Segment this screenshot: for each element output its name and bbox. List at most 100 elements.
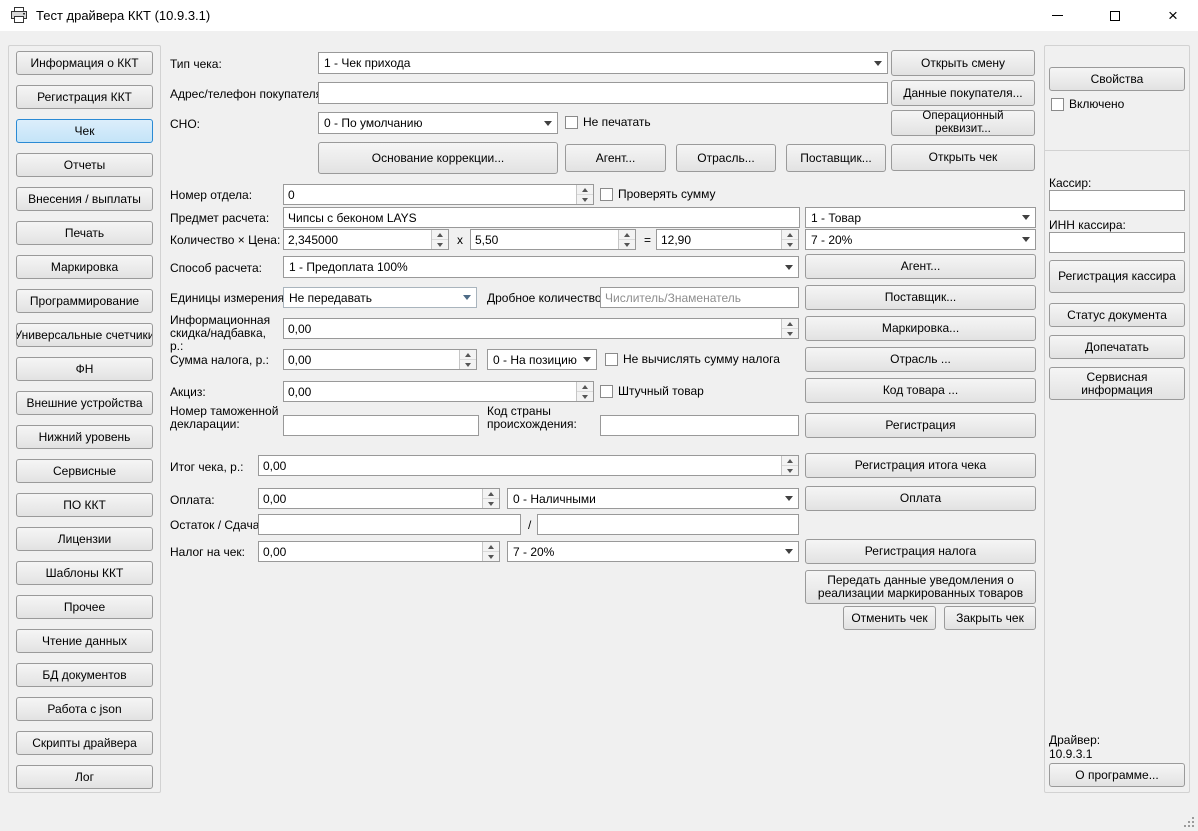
price-input[interactable] — [471, 230, 618, 249]
reprint-button[interactable]: Допечатать — [1049, 335, 1185, 359]
excise-input[interactable] — [284, 382, 576, 401]
no-tax-calc-checkbox[interactable]: Не вычислять сумму налога — [605, 352, 780, 366]
subject-type-select[interactable]: 1 - Товар — [805, 207, 1036, 228]
checkbox-box[interactable] — [565, 116, 578, 129]
department-input[interactable] — [284, 185, 576, 204]
checkbox-box[interactable] — [1051, 98, 1064, 111]
sidebar-item-read-data[interactable]: Чтение данных — [16, 629, 153, 653]
up-down-arrows-icon[interactable] — [576, 382, 593, 401]
check-sum-checkbox[interactable]: Проверять сумму — [600, 187, 716, 201]
maximize-button[interactable] — [1090, 0, 1140, 31]
agent-top-button[interactable]: Агент... — [565, 144, 666, 172]
sidebar-item-kkt-info[interactable]: Информация о ККТ — [16, 51, 153, 75]
sidebar-item-receipt[interactable]: Чек — [16, 119, 153, 143]
checkbox-box[interactable] — [605, 353, 618, 366]
cancel-receipt-button[interactable]: Отменить чек — [843, 606, 936, 630]
cashier-inn-input[interactable] — [1049, 232, 1185, 253]
open-shift-button[interactable]: Открыть смену — [891, 50, 1035, 76]
up-down-arrows-icon[interactable] — [781, 319, 798, 338]
up-down-arrows-icon[interactable] — [482, 542, 499, 561]
supplier-button[interactable]: Поставщик... — [805, 285, 1036, 310]
up-down-arrows-icon[interactable] — [781, 456, 798, 475]
sidebar-item-log[interactable]: Лог — [16, 765, 153, 789]
product-code-button[interactable]: Код товара ... — [805, 378, 1036, 403]
total-spinner[interactable] — [258, 455, 799, 476]
payment-input[interactable] — [259, 489, 482, 508]
payment-button[interactable]: Оплата — [805, 486, 1036, 511]
sidebar-item-licenses[interactable]: Лицензии — [16, 527, 153, 551]
payment-method-select[interactable]: 1 - Предоплата 100% — [283, 256, 799, 278]
position-sum-input[interactable] — [657, 230, 781, 249]
document-status-button[interactable]: Статус документа — [1049, 303, 1185, 327]
up-down-arrows-icon[interactable] — [576, 185, 593, 204]
quantity-spinner[interactable] — [283, 229, 449, 250]
checkbox-box[interactable] — [600, 188, 613, 201]
customs-input[interactable] — [283, 415, 479, 436]
sidebar-item-service[interactable]: Сервисные — [16, 459, 153, 483]
payment-type-select[interactable]: 0 - Наличными — [507, 488, 799, 509]
tax-sum-input[interactable] — [284, 350, 459, 369]
receipt-type-select[interactable]: 1 - Чек прихода — [318, 52, 888, 74]
industry-top-button[interactable]: Отрасль... — [676, 144, 776, 172]
properties-button[interactable]: Свойства — [1049, 67, 1185, 91]
supplier-top-button[interactable]: Поставщик... — [786, 144, 886, 172]
sidebar-item-low-level[interactable]: Нижний уровень — [16, 425, 153, 449]
remainder-input[interactable] — [258, 514, 521, 535]
up-down-arrows-icon[interactable] — [618, 230, 635, 249]
resize-grip-icon[interactable] — [1182, 815, 1195, 828]
sidebar-item-kkt-software[interactable]: ПО ККТ — [16, 493, 153, 517]
payment-spinner[interactable] — [258, 488, 500, 509]
agent-button[interactable]: Агент... — [805, 254, 1036, 279]
titlebar[interactable]: Тест драйвера ККТ (10.9.3.1) × — [0, 0, 1198, 31]
up-down-arrows-icon[interactable] — [482, 489, 499, 508]
sidebar-item-driver-scripts[interactable]: Скрипты драйвера — [16, 731, 153, 755]
excise-spinner[interactable] — [283, 381, 594, 402]
cashier-registration-button[interactable]: Регистрация кассира — [1049, 260, 1185, 293]
operational-attribute-button[interactable]: Операционный реквизит... — [891, 110, 1035, 136]
sidebar-item-print[interactable]: Печать — [16, 221, 153, 245]
industry-button[interactable]: Отрасль ... — [805, 347, 1036, 372]
cashier-input[interactable] — [1049, 190, 1185, 211]
total-input[interactable] — [259, 456, 781, 475]
change-input[interactable] — [537, 514, 799, 535]
sidebar-item-doc-db[interactable]: БД документов — [16, 663, 153, 687]
position-sum-spinner[interactable] — [656, 229, 799, 250]
buyer-address-input[interactable] — [318, 82, 888, 104]
total-registration-button[interactable]: Регистрация итога чека — [805, 453, 1036, 478]
enabled-checkbox[interactable]: Включено — [1051, 97, 1124, 111]
receipt-tax-input[interactable] — [259, 542, 482, 561]
checkbox-box[interactable] — [600, 385, 613, 398]
sno-select[interactable]: 0 - По умолчанию — [318, 112, 558, 134]
sidebar-item-programming[interactable]: Программирование — [16, 289, 153, 313]
discount-input[interactable] — [284, 319, 781, 338]
subject-input[interactable] — [283, 207, 800, 228]
up-down-arrows-icon[interactable] — [459, 350, 476, 369]
department-spinner[interactable] — [283, 184, 594, 205]
open-receipt-button[interactable]: Открыть чек — [891, 144, 1035, 171]
marked-goods-notify-button[interactable]: Передать данные уведомления о реализации… — [805, 570, 1036, 604]
up-down-arrows-icon[interactable] — [431, 230, 448, 249]
tax-registration-button[interactable]: Регистрация налога — [805, 539, 1036, 564]
sidebar-item-json[interactable]: Работа с json — [16, 697, 153, 721]
tax-mode-select[interactable]: 0 - На позицию — [487, 349, 597, 370]
units-select[interactable]: Не передавать — [283, 287, 477, 308]
sidebar-item-reports[interactable]: Отчеты — [16, 153, 153, 177]
sidebar-item-kkt-registration[interactable]: Регистрация ККТ — [16, 85, 153, 109]
correction-basis-button[interactable]: Основание коррекции... — [318, 142, 558, 174]
service-info-button[interactable]: Сервисная информация — [1049, 367, 1185, 400]
no-print-checkbox[interactable]: Не печатать — [565, 115, 651, 129]
about-button[interactable]: О программе... — [1049, 763, 1185, 787]
marking-button[interactable]: Маркировка... — [805, 316, 1036, 341]
receipt-tax-spinner[interactable] — [258, 541, 500, 562]
price-spinner[interactable] — [470, 229, 636, 250]
receipt-tax-type-select[interactable]: 7 - 20% — [507, 541, 799, 562]
registration-button[interactable]: Регистрация — [805, 413, 1036, 438]
sidebar-item-external-devices[interactable]: Внешние устройства — [16, 391, 153, 415]
sidebar-item-misc[interactable]: Прочее — [16, 595, 153, 619]
sidebar-item-marking[interactable]: Маркировка — [16, 255, 153, 279]
piece-goods-checkbox[interactable]: Штучный товар — [600, 384, 704, 398]
buyer-data-button[interactable]: Данные покупателя... — [891, 80, 1035, 106]
close-button[interactable]: × — [1148, 0, 1198, 31]
discount-spinner[interactable] — [283, 318, 799, 339]
fraction-input[interactable] — [600, 287, 799, 308]
